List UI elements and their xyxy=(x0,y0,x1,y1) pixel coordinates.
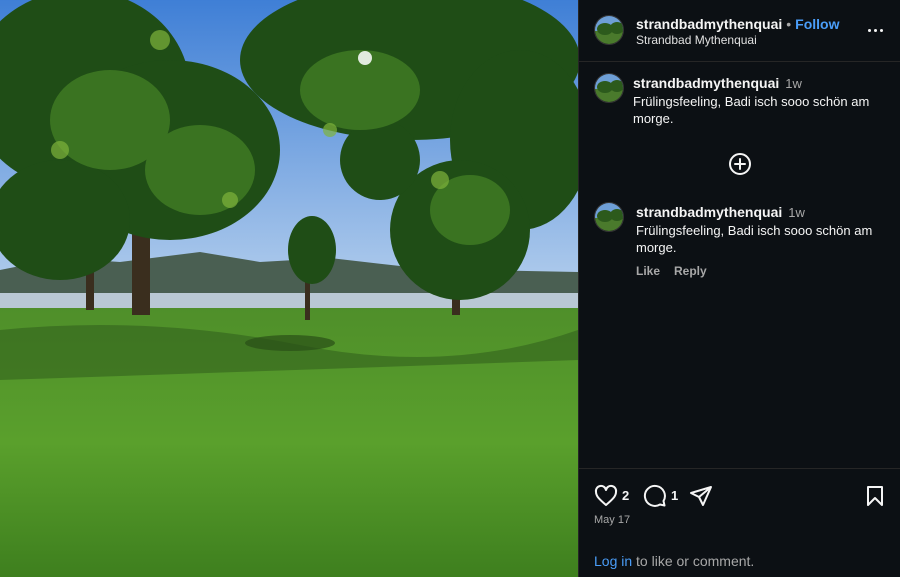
post-image[interactable] xyxy=(0,0,578,577)
park-photo xyxy=(0,0,578,577)
username-link[interactable]: strandbadmythenquai xyxy=(636,16,782,32)
follow-button[interactable]: Follow xyxy=(795,16,839,32)
post-header: strandbadmythenquai • Follow Strandbad Myt… xyxy=(579,0,900,62)
heart-icon[interactable] xyxy=(594,484,618,508)
caption-header: strandbadmythenquai 1w xyxy=(633,75,802,91)
post-date[interactable]: May 17 xyxy=(594,514,630,526)
post-author: strandbadmythenquai • Follow xyxy=(636,16,839,32)
more-options-icon[interactable] xyxy=(865,20,885,40)
comment-username[interactable]: strandbadmythenquai xyxy=(636,204,782,220)
caption-time[interactable]: 1w xyxy=(785,76,802,91)
caption-text: Frülingsfeeling, Badi isch sooo schön am… xyxy=(633,94,870,126)
comment-header: strandbadmythenquai 1w xyxy=(636,204,805,220)
share-icon[interactable] xyxy=(689,484,713,508)
load-more-comments-icon[interactable] xyxy=(728,152,752,176)
bookmark-icon[interactable] xyxy=(863,484,887,508)
login-prompt: Log in to like or comment. xyxy=(594,553,754,569)
like-count[interactable]: 2 xyxy=(622,488,629,503)
comment-actions: Like Reply xyxy=(636,264,721,278)
separator-dot: • xyxy=(786,16,792,32)
comment-reply-button[interactable]: Reply xyxy=(674,264,707,278)
action-bar: 2 1 May 17 Log in to like or comment. xyxy=(579,468,900,577)
comment-like-button[interactable]: Like xyxy=(636,264,660,278)
avatar[interactable] xyxy=(594,15,624,45)
post-sidebar: strandbadmythenquai • Follow Strandbad Myt… xyxy=(578,0,900,577)
comment-count[interactable]: 1 xyxy=(671,488,678,503)
caption-avatar[interactable] xyxy=(594,73,624,103)
caption-username[interactable]: strandbadmythenquai xyxy=(633,75,779,91)
comment-text: Frülingsfeeling, Badi isch sooo schön am… xyxy=(636,223,873,255)
login-link[interactable]: Log in xyxy=(594,553,632,569)
comment-avatar[interactable] xyxy=(594,202,624,232)
location-link[interactable]: Strandbad Mythenquai xyxy=(636,33,757,47)
login-suffix: to like or comment. xyxy=(632,553,755,569)
comment-time[interactable]: 1w xyxy=(788,205,805,220)
comment-icon[interactable] xyxy=(643,484,667,508)
